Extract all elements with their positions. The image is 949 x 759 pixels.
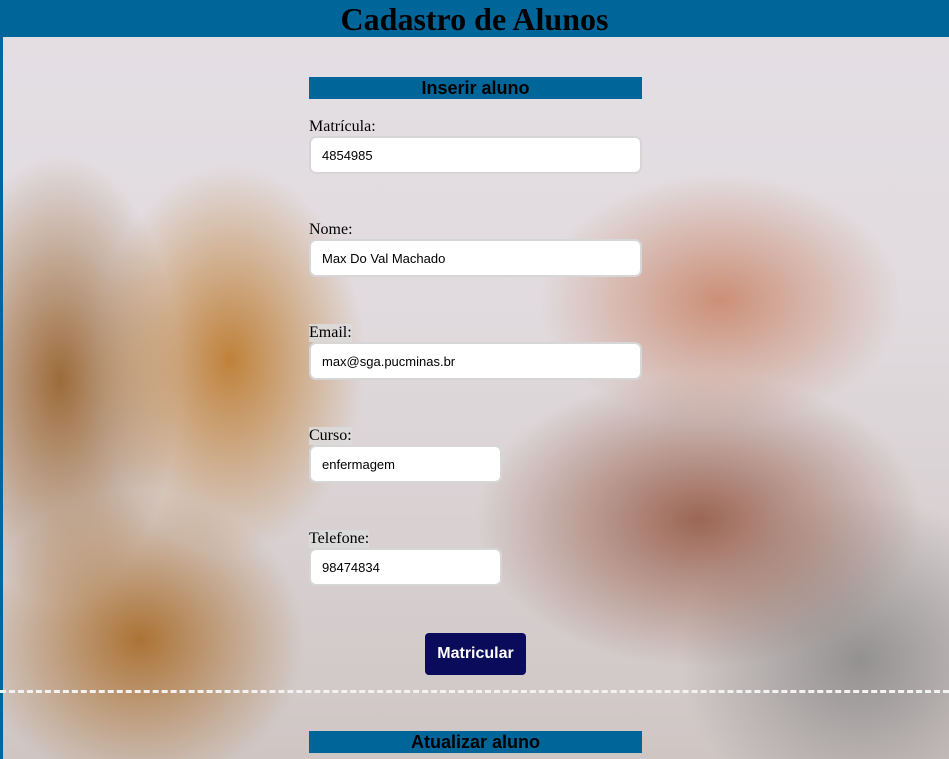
curso-label: Curso: xyxy=(309,427,352,445)
nome-label: Nome: xyxy=(309,221,353,238)
left-border xyxy=(0,37,3,759)
update-section-heading: Atualizar aluno xyxy=(309,731,642,753)
telefone-input[interactable] xyxy=(309,548,502,586)
matricula-label: Matrícula: xyxy=(309,118,376,135)
email-input[interactable] xyxy=(309,342,642,380)
matricular-button[interactable]: Matricular xyxy=(425,633,526,675)
telefone-label: Telefone: xyxy=(309,530,370,548)
email-label: Email: xyxy=(309,324,352,342)
matricula-input[interactable] xyxy=(309,136,642,174)
curso-input[interactable] xyxy=(309,445,502,483)
insert-section-heading: Inserir aluno xyxy=(309,77,642,99)
page-title: Cadastro de Alunos xyxy=(340,1,609,37)
section-divider xyxy=(0,690,949,693)
nome-input[interactable] xyxy=(309,239,642,277)
